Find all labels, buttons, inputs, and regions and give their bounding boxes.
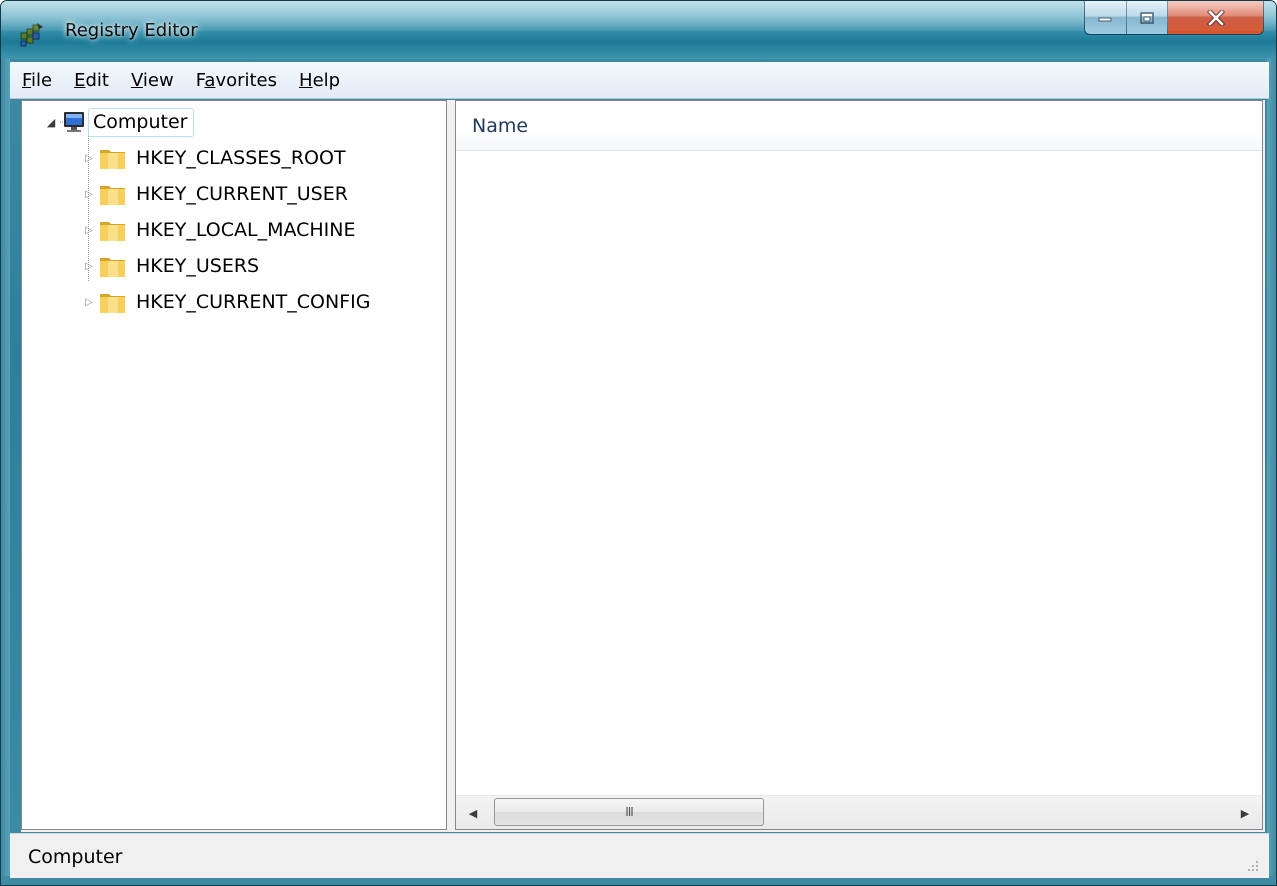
status-path: Computer: [28, 846, 123, 868]
collapsed-triangle-icon[interactable]: ▷: [82, 223, 96, 237]
window-frame-left: [1, 59, 10, 885]
caption-buttons: [1084, 1, 1264, 35]
scroll-thumb[interactable]: III: [494, 798, 764, 826]
menu-view-mnemonic: V: [130, 69, 143, 91]
collapsed-triangle-icon[interactable]: ▷: [82, 259, 96, 273]
menu-help-mnemonic: H: [299, 69, 313, 91]
close-icon: [1206, 9, 1225, 26]
title-bar[interactable]: Registry Editor: [1, 1, 1276, 59]
values-list-pane[interactable]: Name ◀ III ▶: [455, 100, 1263, 830]
tree-item-computer-label-box: Computer: [88, 107, 195, 137]
scroll-grip: III: [625, 805, 634, 819]
menu-edit-label: dit: [85, 69, 109, 91]
menu-favorites-label: vorites: [215, 69, 278, 91]
expanded-triangle-icon[interactable]: ◢: [44, 115, 58, 129]
menu-bar: File Edit View Favorites Help: [10, 62, 1269, 99]
menu-favorites[interactable]: Favorites: [188, 66, 285, 95]
status-bar: Computer: [10, 833, 1269, 878]
pane-splitter[interactable]: [447, 100, 455, 832]
column-header-row: Name: [456, 101, 1262, 151]
horizontal-scrollbar[interactable]: ◀ III ▶: [456, 795, 1262, 829]
menu-edit-mnemonic: E: [74, 69, 86, 91]
tree-item-hkey-users[interactable]: ▷ HKEY_USERS: [82, 249, 259, 283]
folder-icon: [100, 150, 125, 169]
scroll-right-arrow-icon[interactable]: ▶: [1228, 796, 1262, 830]
maximize-button[interactable]: [1126, 1, 1169, 34]
window-frame-right: [1267, 59, 1276, 885]
folder-icon: [100, 222, 125, 241]
window-title: Registry Editor: [65, 20, 198, 41]
scroll-left-arrow-icon[interactable]: ◀: [456, 796, 490, 830]
tree-item-hkey-current-config[interactable]: ▷ HKEY_CURRENT_CONFIG: [82, 285, 370, 319]
collapsed-triangle-icon[interactable]: ▷: [82, 295, 96, 309]
folder-icon: [100, 258, 125, 277]
menu-help-label: elp: [312, 69, 341, 91]
menu-favorites-mnemonic: a: [204, 69, 216, 91]
registry-tree-pane[interactable]: ◢ Computer ▷ HKEY_CLASSES_ROOT ▷ HKEY_CU…: [21, 100, 447, 830]
computer-icon: [60, 112, 84, 132]
tree-item-hkey-current-user[interactable]: ▷ HKEY_CURRENT_USER: [82, 177, 348, 211]
menu-file-mnemonic: F: [22, 69, 32, 91]
collapsed-triangle-icon[interactable]: ▷: [82, 187, 96, 201]
tree-item-label: HKEY_CURRENT_USER: [136, 183, 348, 205]
menu-edit[interactable]: Edit: [66, 66, 117, 95]
tree-item-label: Computer: [93, 110, 188, 133]
menu-file[interactable]: File: [14, 66, 60, 95]
maximize-icon: [1140, 11, 1154, 24]
registry-editor-app-icon: [20, 23, 43, 47]
resize-grip-icon[interactable]: [1245, 858, 1259, 872]
menu-view-label: iew: [142, 69, 174, 91]
collapsed-triangle-icon[interactable]: ▷: [82, 151, 96, 165]
minimize-button[interactable]: [1085, 1, 1127, 34]
tree-item-label: HKEY_CURRENT_CONFIG: [136, 291, 371, 313]
tree-item-label: HKEY_LOCAL_MACHINE: [136, 219, 356, 241]
menu-file-label: ile: [31, 69, 53, 91]
minimize-icon: [1098, 17, 1112, 21]
menu-view[interactable]: View: [123, 66, 182, 95]
folder-icon: [100, 186, 125, 205]
tree-item-label: HKEY_CLASSES_ROOT: [136, 147, 346, 169]
client-area: ◢ Computer ▷ HKEY_CLASSES_ROOT ▷ HKEY_CU…: [21, 100, 1265, 832]
tree-item-computer[interactable]: ◢ Computer: [44, 105, 195, 139]
tree-item-hkey-classes-root[interactable]: ▷ HKEY_CLASSES_ROOT: [82, 141, 346, 175]
column-header-name[interactable]: Name: [472, 115, 528, 137]
close-button[interactable]: [1168, 1, 1263, 34]
tree-item-label: HKEY_USERS: [136, 255, 260, 277]
folder-icon: [100, 294, 125, 313]
tree-item-hkey-local-machine[interactable]: ▷ HKEY_LOCAL_MACHINE: [82, 213, 356, 247]
registry-editor-window: Registry Editor File Edit View Favorites…: [0, 0, 1277, 886]
menu-help[interactable]: Help: [291, 66, 348, 95]
